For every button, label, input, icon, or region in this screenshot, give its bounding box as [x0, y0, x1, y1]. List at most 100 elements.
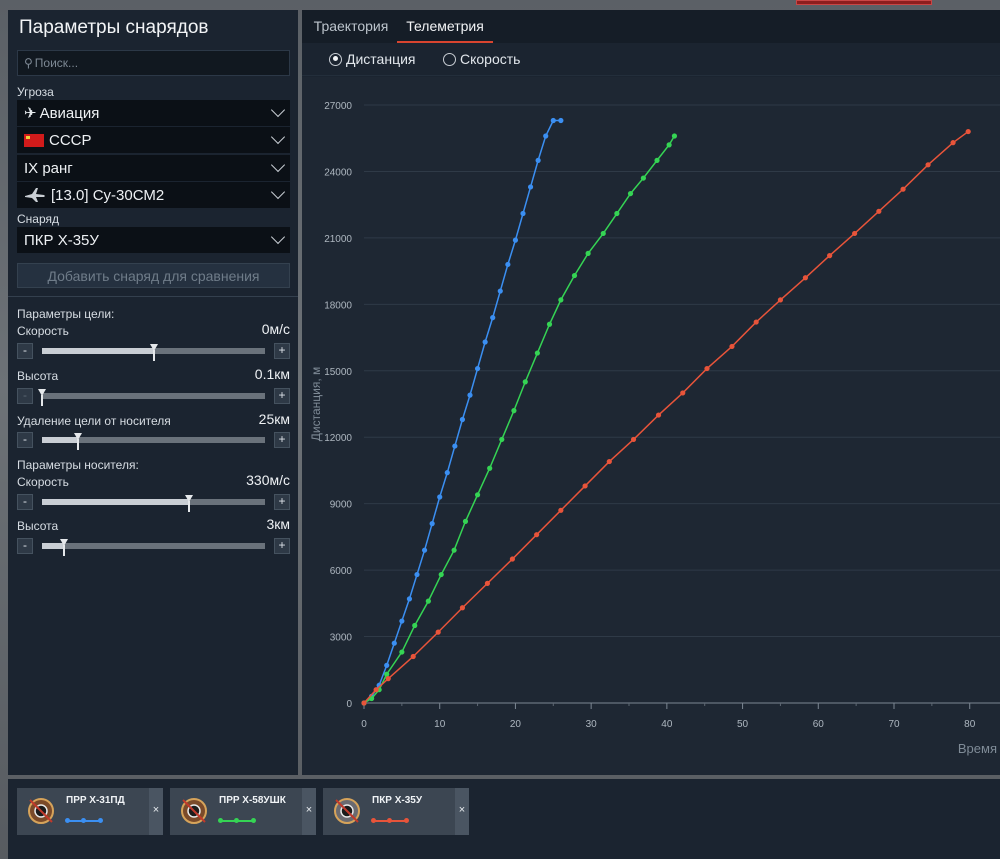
country-dropdown[interactable]: СССР [17, 127, 290, 153]
threat-category-dropdown[interactable]: ✈ Авиация [17, 100, 290, 126]
target-altitude-slider[interactable]: - + [17, 388, 290, 406]
slider-thumb[interactable] [38, 389, 46, 406]
data-point [482, 339, 488, 345]
data-point [412, 622, 418, 629]
increase-button[interactable]: + [274, 343, 290, 359]
slider-track[interactable] [42, 495, 265, 512]
radio-distance[interactable]: Дистанция [329, 51, 416, 67]
slider-track[interactable] [42, 539, 265, 556]
increase-button[interactable]: + [274, 494, 290, 510]
search-input[interactable]: ⚲ Поиск... [17, 50, 290, 76]
search-placeholder: Поиск... [34, 56, 79, 70]
data-point [406, 596, 413, 602]
target-speed-value: 0м/с [261, 321, 290, 337]
compare-card[interactable]: ПКР Х-35У [323, 788, 469, 835]
series-line-1 [363, 135, 676, 704]
legend-dot [218, 818, 223, 823]
data-point [438, 571, 444, 578]
data-point [558, 117, 564, 124]
telemetry-chart: 0 3000 6000 9000 12000 15000 18000 21000 24000 27… [302, 77, 1000, 775]
aviation-icon: ✈ [24, 105, 37, 122]
add-compare-button[interactable]: Добавить снаряд для сравнения [17, 263, 290, 288]
data-point [410, 653, 416, 660]
y-tick-label: 24000 [324, 167, 352, 178]
slider-thumb[interactable] [185, 495, 194, 512]
remove-card-button[interactable]: × [455, 788, 469, 835]
decrease-button[interactable]: - [17, 388, 33, 404]
data-point [505, 261, 511, 268]
missile-badge-icon [334, 798, 360, 824]
radio-speed-label: Скорость [460, 51, 521, 67]
x-tick-label: 30 [586, 719, 598, 730]
chevron-down-icon [270, 102, 286, 118]
y-tick-label: 21000 [324, 234, 352, 245]
data-point [391, 640, 397, 646]
data-point [654, 157, 660, 163]
data-point [546, 321, 553, 327]
increase-button[interactable]: + [274, 388, 290, 404]
compare-card[interactable]: ПРР Х-31ПД [17, 788, 163, 835]
data-point [414, 571, 420, 578]
rank-dropdown[interactable]: IX ранг [17, 155, 290, 181]
decrease-button[interactable]: - [17, 343, 33, 359]
data-point [950, 140, 956, 146]
shell-dropdown[interactable]: ПКР Х-35У [17, 227, 290, 253]
carrier-speed-slider[interactable]: - + [17, 494, 290, 512]
target-altitude-value: 0.1км [254, 366, 290, 382]
legend-line [65, 818, 103, 823]
radio-unselected-icon [443, 52, 456, 66]
data-point [852, 230, 858, 237]
remove-card-button[interactable]: × [302, 788, 316, 835]
search-icon: ⚲ [24, 56, 33, 70]
data-point [429, 521, 435, 527]
data-point [777, 297, 784, 303]
x-tick-label: 20 [510, 719, 522, 730]
x-tick-label: 0 [361, 719, 367, 730]
x-tick-label: 10 [434, 719, 446, 730]
carrier-altitude-label: Высота [17, 519, 59, 533]
legend-dot [65, 818, 70, 823]
shell-value: ПКР Х-35У [24, 231, 99, 249]
radio-speed[interactable]: Скорость [443, 51, 520, 67]
increase-button[interactable]: + [274, 432, 290, 448]
increase-button[interactable]: + [274, 538, 290, 554]
data-point [512, 237, 519, 243]
legend-dot [387, 818, 392, 823]
x-tick-label: 40 [661, 719, 673, 730]
tab-telemetry[interactable]: Телеметрия [397, 10, 493, 43]
data-point [499, 436, 505, 443]
divider [8, 296, 298, 297]
data-point [729, 343, 735, 350]
decrease-button[interactable]: - [17, 432, 33, 448]
y-tick-label: 12000 [324, 433, 352, 444]
data-point [558, 507, 564, 513]
slider-track[interactable] [42, 433, 265, 450]
data-point [451, 547, 457, 553]
legend-dot [81, 818, 86, 823]
compare-bar: ПРР Х-31ПД × ПРР Х-58УШК × ПКР Х-35У × [8, 779, 1000, 859]
tab-trajectory[interactable]: Траектория [312, 10, 390, 43]
y-tick-label: 9000 [330, 500, 353, 511]
carrier-altitude-slider[interactable]: - + [17, 538, 290, 556]
chart-panel: Траектория Телеметрия Дистанция Скорость… [302, 10, 1000, 775]
y-tick-label: 6000 [330, 566, 353, 577]
target-distance-slider[interactable]: - + [17, 432, 290, 450]
remove-card-button[interactable]: × [149, 788, 163, 835]
vehicle-dropdown[interactable]: [13.0] Су-30СМ2 [17, 182, 290, 208]
decrease-button[interactable]: - [17, 494, 33, 510]
data-point [511, 408, 517, 414]
slider-thumb[interactable] [149, 344, 158, 361]
target-speed-slider[interactable]: - + [17, 343, 290, 361]
slider-track[interactable] [42, 344, 265, 361]
data-point [582, 483, 588, 489]
slider-thumb[interactable] [73, 433, 82, 450]
y-axis-label: Дистанция, м [309, 367, 323, 441]
data-point [385, 676, 391, 682]
decrease-button[interactable]: - [17, 538, 33, 554]
x-tick-label: 70 [888, 719, 900, 730]
data-point [666, 142, 672, 148]
slider-fill [42, 437, 78, 443]
compare-card[interactable]: ПРР Х-58УШК [170, 788, 316, 835]
slider-thumb[interactable] [60, 539, 69, 556]
slider-track[interactable] [38, 389, 265, 406]
